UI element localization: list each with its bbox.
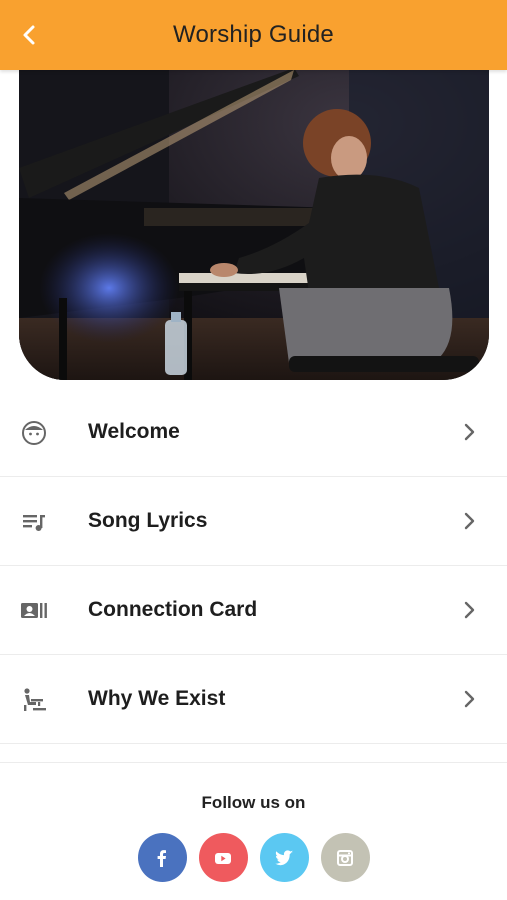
- twitter-button[interactable]: [259, 833, 309, 882]
- chevron-right-icon: [464, 601, 475, 619]
- page-title: Worship Guide: [173, 21, 334, 48]
- hero-image: [19, 58, 489, 380]
- youtube-button[interactable]: [198, 833, 248, 882]
- chevron-right-icon: [464, 423, 475, 441]
- back-button[interactable]: [10, 15, 50, 55]
- twitter-icon: [275, 849, 294, 865]
- menu-list: Welcome Song Lyrics Connection Card Why …: [0, 388, 507, 763]
- menu-item-song-lyrics[interactable]: Song Lyrics: [0, 477, 507, 566]
- playlist-music-icon: [19, 507, 49, 537]
- chevron-right-icon: [464, 512, 475, 530]
- menu-item-label: Connection Card: [88, 598, 258, 621]
- youtube-icon: [215, 852, 231, 864]
- chevron-left-icon: [23, 25, 35, 45]
- chevron-right-icon: [464, 690, 475, 708]
- follow-label: Follow us on: [201, 793, 306, 812]
- face-icon: [19, 418, 49, 448]
- menu-item-welcome[interactable]: Welcome: [0, 388, 507, 477]
- social-links: [0, 833, 507, 882]
- facebook-button[interactable]: [137, 833, 187, 882]
- contact-card-icon: [19, 596, 49, 626]
- seated-person-icon: [19, 685, 49, 715]
- menu-item-label: Why We Exist: [88, 687, 226, 710]
- top-app-bar: Worship Guide: [0, 0, 507, 70]
- instagram-icon: [337, 849, 353, 866]
- menu-item-why-we-exist[interactable]: Why We Exist: [0, 655, 507, 744]
- menu-item-label: Song Lyrics: [88, 509, 208, 532]
- menu-item-label: Welcome: [88, 420, 180, 443]
- divider: [0, 744, 507, 763]
- instagram-button[interactable]: [320, 833, 370, 882]
- facebook-icon: [157, 849, 166, 867]
- menu-item-connection-card[interactable]: Connection Card: [0, 566, 507, 655]
